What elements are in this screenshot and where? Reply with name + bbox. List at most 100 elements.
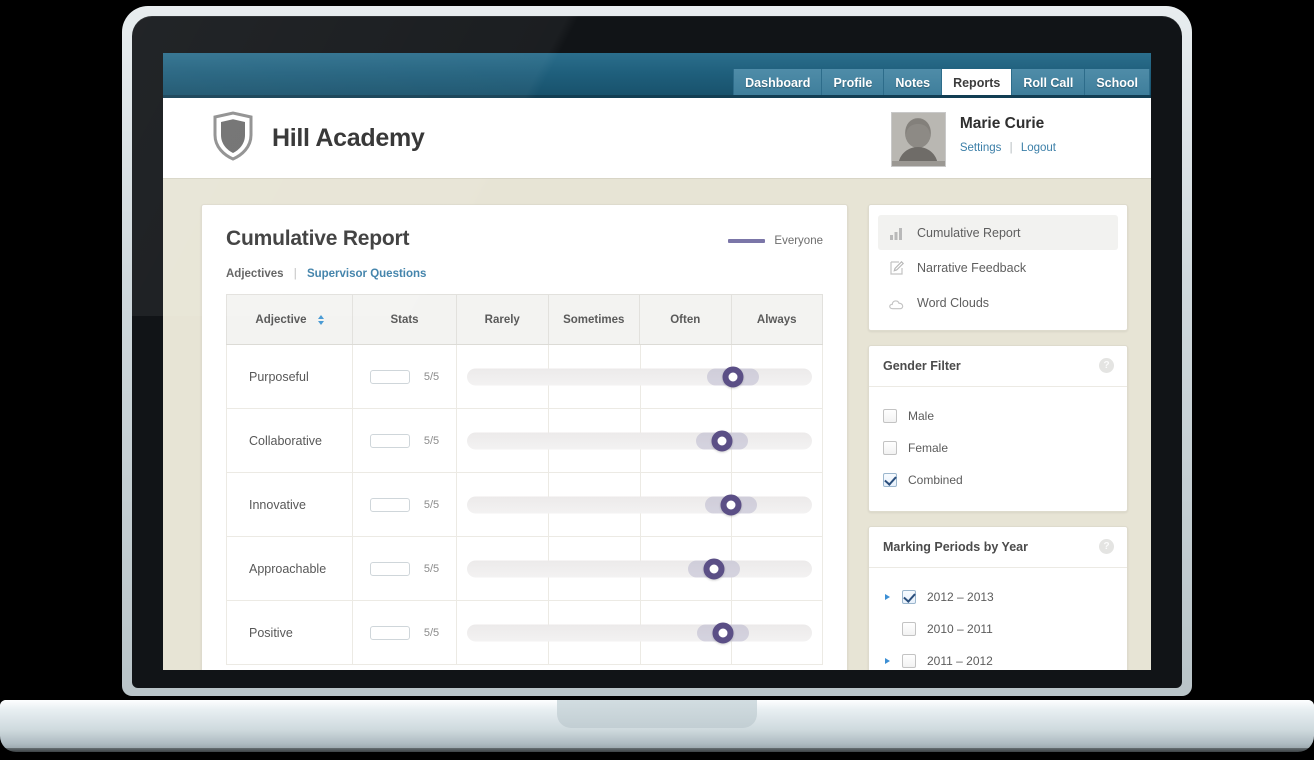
shield-logo-icon bbox=[211, 111, 255, 166]
top-navigation-bar: Dashboard Profile Notes Reports Roll Cal… bbox=[163, 53, 1151, 98]
scale-marker[interactable] bbox=[711, 430, 732, 451]
table-header-row: Adjective Stats Rarely Sometimes bbox=[227, 295, 823, 345]
scale-track bbox=[467, 624, 812, 641]
cell-stats: 5/5 bbox=[353, 601, 457, 665]
laptop-trackpad-notch bbox=[557, 700, 757, 728]
checkbox-2011-2012[interactable] bbox=[902, 654, 916, 668]
nav-tab-list: Dashboard Profile Notes Reports Roll Cal… bbox=[733, 69, 1150, 98]
checkbox-male[interactable] bbox=[883, 409, 897, 423]
checkbox-row-2010-2011[interactable]: 2010 – 2011 bbox=[883, 613, 1113, 645]
scale-marker[interactable] bbox=[713, 622, 734, 643]
cell-scale bbox=[457, 345, 823, 409]
checkbox-label: Male bbox=[908, 409, 934, 423]
stats-fraction: 5/5 bbox=[424, 499, 439, 511]
nav-tab-school[interactable]: School bbox=[1085, 69, 1150, 98]
sidebar-item-label: Cumulative Report bbox=[917, 226, 1021, 240]
column-header-adjective[interactable]: Adjective bbox=[227, 295, 353, 345]
legend-label-everyone: Everyone bbox=[774, 235, 823, 247]
subnav-supervisor-questions[interactable]: Supervisor Questions bbox=[307, 268, 427, 280]
checkbox-row-2011-2012[interactable]: 2011 – 2012 bbox=[883, 645, 1113, 670]
stats-fraction: 5/5 bbox=[424, 563, 439, 575]
gender-filter-options: Male Female Combined bbox=[869, 387, 1127, 511]
cell-adjective: Collaborative bbox=[227, 409, 353, 473]
logout-link[interactable]: Logout bbox=[1021, 142, 1056, 154]
cell-stats: 5/5 bbox=[353, 473, 457, 537]
stats-progress-bar bbox=[370, 498, 410, 512]
brand[interactable]: Hill Academy bbox=[211, 111, 424, 166]
screenshot-stage: Dashboard Profile Notes Reports Roll Cal… bbox=[0, 0, 1314, 760]
cell-adjective: Approachable bbox=[227, 537, 353, 601]
report-type-menu: Cumulative Report Narrative Feedback bbox=[868, 204, 1128, 331]
stats-progress-bar bbox=[370, 370, 410, 384]
sort-arrows-icon[interactable] bbox=[318, 315, 324, 325]
checkbox-label: 2010 – 2011 bbox=[927, 622, 993, 636]
cell-scale bbox=[457, 409, 823, 473]
stats-fraction: 5/5 bbox=[424, 627, 439, 639]
expand-arrow-icon[interactable] bbox=[883, 658, 891, 664]
nav-tab-profile[interactable]: Profile bbox=[822, 69, 884, 98]
nav-tab-roll-call[interactable]: Roll Call bbox=[1012, 69, 1085, 98]
cell-scale bbox=[457, 601, 823, 665]
page-title: Cumulative Report bbox=[226, 227, 409, 251]
report-header: Cumulative Report Everyone bbox=[226, 227, 823, 251]
column-header-stats[interactable]: Stats bbox=[353, 295, 457, 345]
cell-adjective: Positive bbox=[227, 601, 353, 665]
checkbox-row-combined[interactable]: Combined bbox=[883, 464, 1113, 496]
sidebar-item-cumulative-report[interactable]: Cumulative Report bbox=[878, 215, 1118, 250]
gender-filter-title: Gender Filter bbox=[883, 359, 961, 373]
pencil-icon bbox=[889, 260, 904, 275]
subnav-separator: | bbox=[294, 268, 297, 280]
sidebar-item-label: Narrative Feedback bbox=[917, 261, 1026, 275]
page-body: Cumulative Report Everyone Adjectives | … bbox=[163, 179, 1151, 670]
cell-adjective: Innovative bbox=[227, 473, 353, 537]
table-row: Positive 5/5 bbox=[227, 601, 823, 665]
gender-filter-header: Gender Filter ? bbox=[869, 346, 1127, 387]
browser-viewport: Dashboard Profile Notes Reports Roll Cal… bbox=[163, 53, 1151, 670]
cell-stats: 5/5 bbox=[353, 409, 457, 473]
help-icon[interactable]: ? bbox=[1099, 539, 1114, 554]
avatar[interactable] bbox=[891, 112, 946, 167]
cell-stats: 5/5 bbox=[353, 345, 457, 409]
scale-track bbox=[467, 560, 812, 577]
settings-link[interactable]: Settings bbox=[960, 142, 1002, 154]
nav-tab-dashboard[interactable]: Dashboard bbox=[733, 69, 822, 98]
checkbox-combined[interactable] bbox=[883, 473, 897, 487]
stats-fraction: 5/5 bbox=[424, 371, 439, 383]
marking-periods-title: Marking Periods by Year bbox=[883, 540, 1028, 554]
user-links: Settings | Logout bbox=[960, 142, 1056, 154]
nav-tab-reports[interactable]: Reports bbox=[942, 69, 1012, 98]
checkbox-row-2012-2013[interactable]: 2012 – 2013 bbox=[883, 581, 1113, 613]
scale-marker[interactable] bbox=[722, 366, 743, 387]
checkbox-label: Combined bbox=[908, 473, 963, 487]
scale-marker[interactable] bbox=[721, 494, 742, 515]
chart-legend: Everyone bbox=[728, 227, 823, 247]
nav-tab-notes[interactable]: Notes bbox=[884, 69, 942, 98]
cumulative-report-card: Cumulative Report Everyone Adjectives | … bbox=[201, 204, 848, 670]
sidebar-item-word-clouds[interactable]: Word Clouds bbox=[878, 285, 1118, 320]
checkbox-female[interactable] bbox=[883, 441, 897, 455]
help-icon[interactable]: ? bbox=[1099, 358, 1114, 373]
expand-arrow-icon[interactable] bbox=[883, 594, 891, 600]
checkbox-row-female[interactable]: Female bbox=[883, 432, 1113, 464]
user-meta: Marie Curie Settings | Logout bbox=[960, 112, 1056, 154]
cell-scale bbox=[457, 473, 823, 537]
column-header-sometimes[interactable]: Sometimes bbox=[549, 295, 641, 344]
column-header-rarely[interactable]: Rarely bbox=[457, 295, 549, 344]
subnav-adjectives[interactable]: Adjectives bbox=[226, 268, 284, 280]
checkbox-2012-2013[interactable] bbox=[902, 590, 916, 604]
column-header-often[interactable]: Often bbox=[640, 295, 732, 344]
checkbox-label: 2012 – 2013 bbox=[927, 590, 994, 604]
scale-marker[interactable] bbox=[703, 558, 724, 579]
checkbox-label: Female bbox=[908, 441, 948, 455]
user-links-separator: | bbox=[1010, 142, 1013, 154]
laptop-base-shadow bbox=[0, 748, 1314, 760]
sidebar-item-label: Word Clouds bbox=[917, 296, 989, 310]
column-header-always[interactable]: Always bbox=[732, 295, 823, 344]
sidebar-item-narrative-feedback[interactable]: Narrative Feedback bbox=[878, 250, 1118, 285]
cell-adjective: Purposeful bbox=[227, 345, 353, 409]
table-row: Innovative 5/5 bbox=[227, 473, 823, 537]
report-subnav: Adjectives | Supervisor Questions bbox=[226, 268, 823, 280]
cell-scale bbox=[457, 537, 823, 601]
checkbox-2010-2011[interactable] bbox=[902, 622, 916, 636]
checkbox-row-male[interactable]: Male bbox=[883, 400, 1113, 432]
